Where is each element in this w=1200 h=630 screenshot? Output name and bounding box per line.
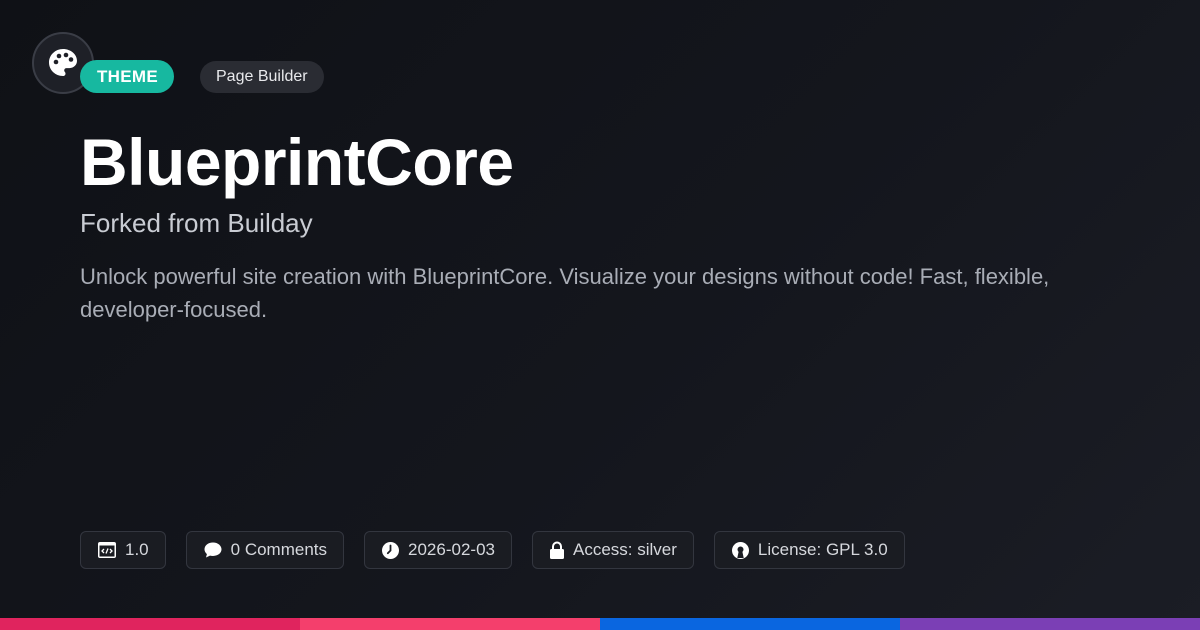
access-label: Access: silver — [572, 540, 677, 559]
palette-icon — [49, 49, 77, 76]
comments-chip[interactable]: 0 Comments — [185, 531, 345, 569]
access-chip: Access: silver — [531, 531, 694, 569]
lock-icon — [549, 541, 564, 559]
stripe-segment-2 — [300, 618, 600, 630]
date-chip: 2026-02-03 — [364, 531, 512, 569]
stripe-segment-4 — [900, 618, 1200, 630]
comments-label: 0 Comments — [230, 540, 328, 559]
version-chip: 1.0 — [80, 531, 166, 569]
license-chip: License: GPL 3.0 — [713, 531, 905, 569]
open-source-icon — [731, 541, 749, 559]
subtitle: Forked from Builday — [80, 208, 313, 238]
stripe-segment-1 — [0, 618, 300, 630]
clock-icon — [382, 541, 400, 559]
category-tag[interactable]: Page Builder — [200, 61, 324, 93]
description: Unlock powerful site creation with Bluep… — [80, 264, 1050, 322]
license-label: License: GPL 3.0 — [757, 540, 888, 559]
page-title: BlueprintCore — [80, 125, 514, 199]
chat-bubble-icon — [204, 542, 222, 558]
stripe-segment-3 — [600, 618, 900, 630]
type-badge: THEME — [80, 60, 174, 93]
version-label: 1.0 — [125, 540, 149, 559]
date-label: 2026-02-03 — [408, 540, 495, 559]
meta-row: 1.0 0 Comments 2026-02-03 Access: silver… — [80, 531, 905, 569]
code-window-icon — [98, 542, 116, 558]
